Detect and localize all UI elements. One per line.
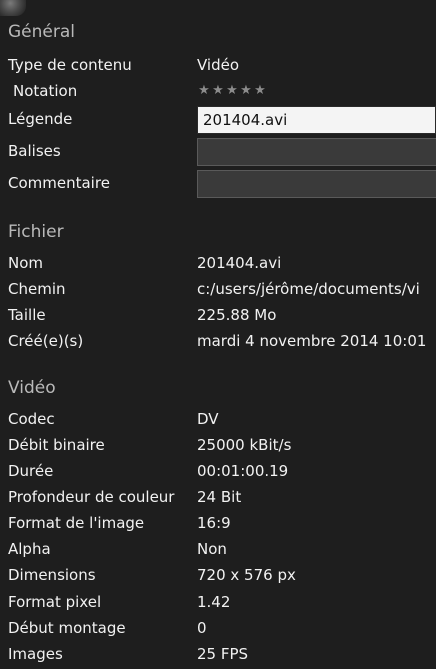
- pixel-format-label: Format pixel: [8, 593, 102, 611]
- edit-start-label: Début montage: [8, 619, 126, 637]
- bitrate-label: Débit binaire: [8, 436, 105, 454]
- section-title-video: Vidéo: [8, 378, 56, 398]
- comment-label: Commentaire: [8, 174, 110, 192]
- row-caption: Légende: [0, 106, 436, 134]
- row-tags: Balises: [0, 138, 436, 166]
- rating-star-icon[interactable]: ★: [239, 78, 253, 104]
- rating-star-icon[interactable]: ★: [225, 78, 239, 104]
- rating-star-icon[interactable]: ★: [197, 78, 211, 104]
- file-created-label: Créé(e)(s): [8, 332, 84, 350]
- row-bitrate: Débit binaire 25000 kBit/s: [0, 432, 436, 458]
- dimensions-value: 720 x 576 px: [197, 566, 296, 584]
- row-color-depth: Profondeur de couleur 24 Bit: [0, 484, 436, 510]
- file-size-value: 225.88 Mo: [197, 306, 277, 324]
- content-type-value: Vidéo: [197, 56, 240, 74]
- aspect-label: Format de l'image: [8, 514, 145, 532]
- row-duration: Durée 00:01:00.19: [0, 458, 436, 484]
- row-alpha: Alpha Non: [0, 536, 436, 562]
- rating-star-icon[interactable]: ★: [253, 78, 267, 104]
- content-type-label: Type de contenu: [8, 56, 132, 74]
- pixel-format-value: 1.42: [197, 593, 231, 611]
- row-file-created: Créé(e)(s) mardi 4 novembre 2014 10:01: [0, 328, 436, 354]
- bitrate-value: 25000 kBit/s: [197, 436, 292, 454]
- codec-value: DV: [197, 410, 219, 428]
- file-created-value: mardi 4 novembre 2014 10:01: [197, 332, 427, 350]
- dimensions-label: Dimensions: [8, 566, 96, 584]
- row-file-path: Chemin c:/users/jérôme/documents/vi: [0, 276, 436, 302]
- duration-value: 00:01:00.19: [197, 462, 289, 480]
- thumbnail-preview: [0, 0, 26, 16]
- caption-input[interactable]: [197, 106, 436, 134]
- file-path-value: c:/users/jérôme/documents/vi: [197, 280, 420, 298]
- aspect-value: 16:9: [197, 514, 231, 532]
- rating-stars[interactable]: ★ ★ ★ ★ ★: [197, 78, 267, 104]
- row-pixel-format: Format pixel 1.42: [0, 589, 436, 615]
- row-edit-start: Début montage 0: [0, 615, 436, 641]
- row-aspect: Format de l'image 16:9: [0, 510, 436, 536]
- section-title-general: Général: [8, 22, 75, 42]
- color-depth-label: Profondeur de couleur: [8, 488, 175, 506]
- file-name-label: Nom: [8, 254, 44, 272]
- tags-label: Balises: [8, 142, 61, 160]
- frames-label: Images: [8, 645, 63, 663]
- rating-star-icon[interactable]: ★: [211, 78, 225, 104]
- row-codec: Codec DV: [0, 406, 436, 432]
- codec-label: Codec: [8, 410, 55, 428]
- file-size-label: Taille: [8, 306, 46, 324]
- tags-input[interactable]: [197, 138, 436, 166]
- row-comment: Commentaire: [0, 170, 436, 198]
- duration-label: Durée: [8, 462, 54, 480]
- frames-value: 25 FPS: [197, 645, 249, 663]
- row-content-type: Type de contenu Vidéo: [0, 52, 436, 78]
- alpha-label: Alpha: [8, 540, 51, 558]
- row-file-size: Taille 225.88 Mo: [0, 302, 436, 328]
- color-depth-value: 24 Bit: [197, 488, 242, 506]
- file-name-value: 201404.avi: [197, 254, 282, 272]
- edit-start-value: 0: [197, 619, 207, 637]
- caption-label: Légende: [8, 110, 73, 128]
- row-rating: Notation ★ ★ ★ ★ ★: [0, 78, 436, 104]
- row-file-name: Nom 201404.avi: [0, 250, 436, 276]
- rating-label: Notation: [13, 82, 78, 100]
- row-dimensions: Dimensions 720 x 576 px: [0, 562, 436, 588]
- comment-input[interactable]: [197, 170, 436, 198]
- section-title-file: Fichier: [8, 222, 64, 242]
- row-frames: Images 25 FPS: [0, 641, 436, 667]
- file-path-label: Chemin: [8, 280, 66, 298]
- alpha-value: Non: [197, 540, 227, 558]
